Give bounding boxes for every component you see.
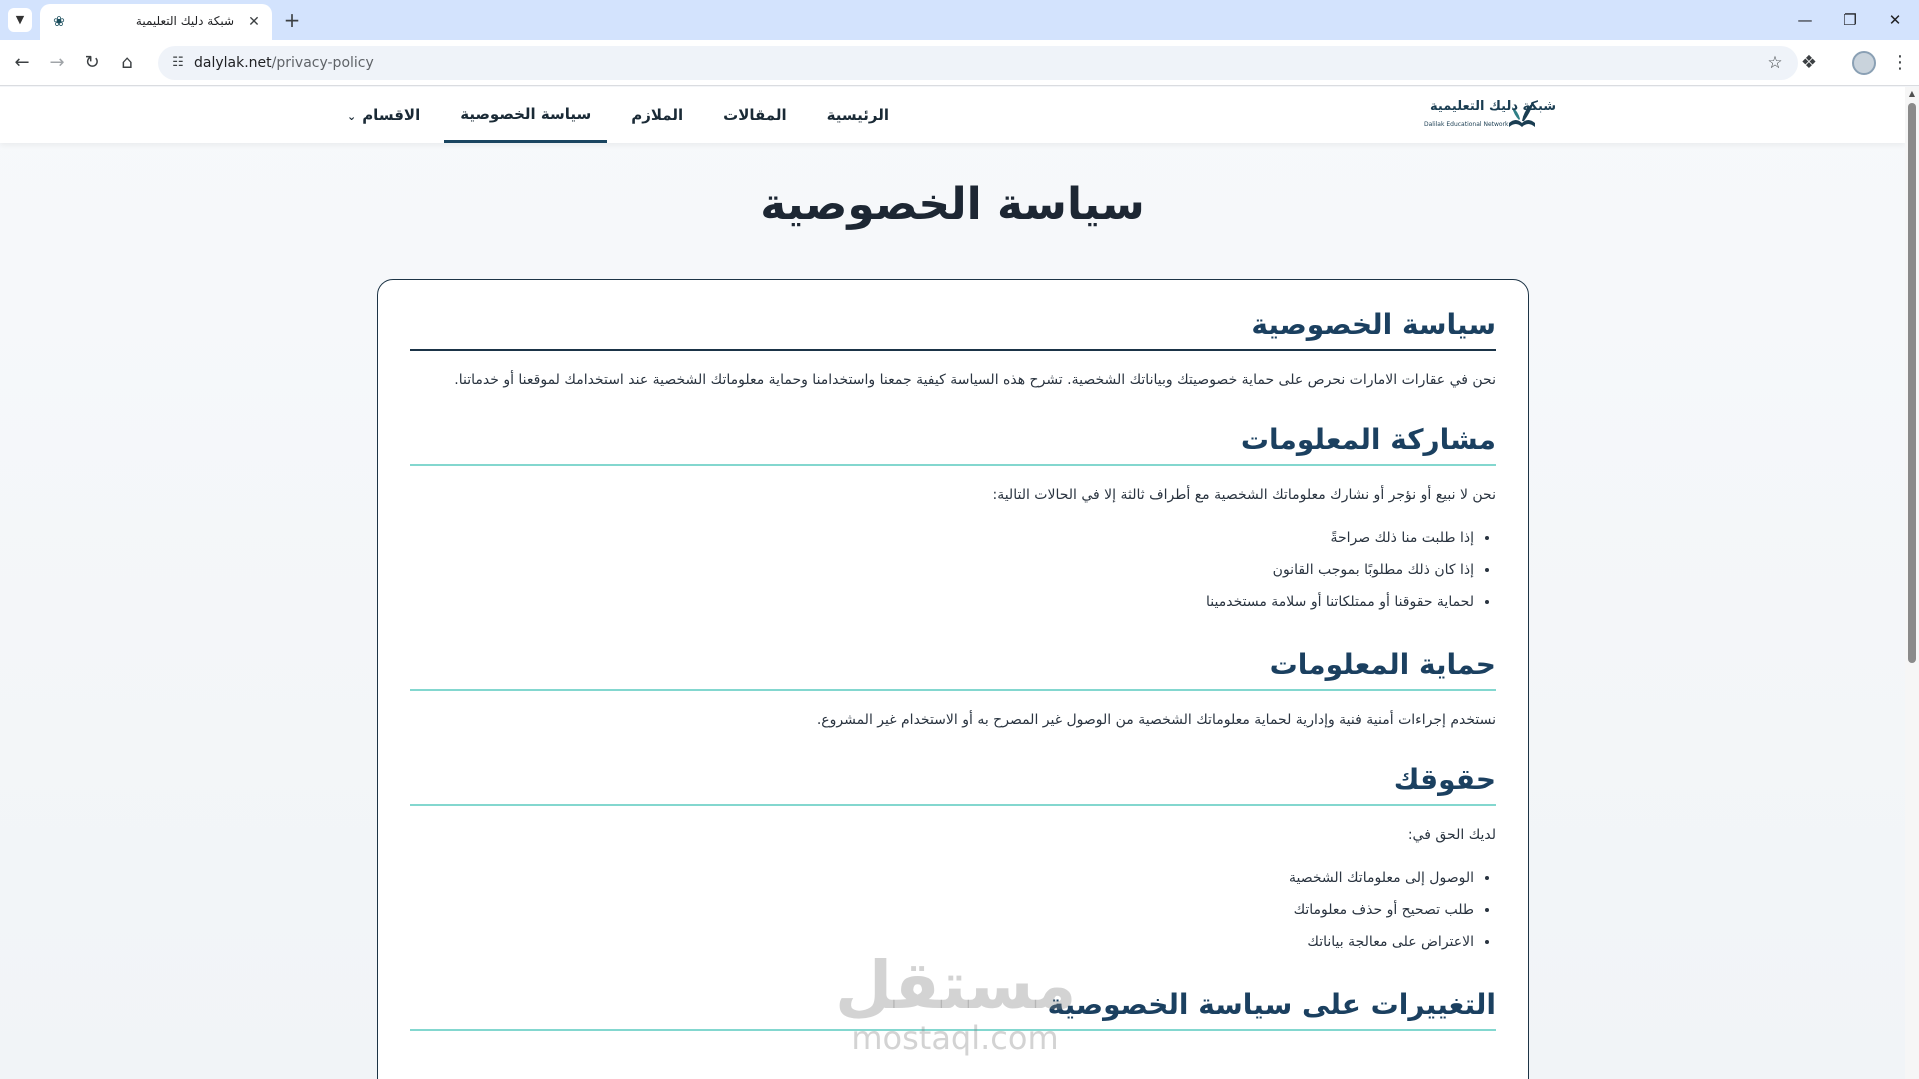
logo-text: شبكة دليك التعليمية: [1430, 99, 1557, 114]
url-text[interactable]: dalylak.net/privacy-policy: [194, 55, 374, 71]
nav-item-privacy-policy[interactable]: سياسة الخصوصية: [444, 87, 608, 143]
forward-arrow-icon[interactable]: →: [43, 49, 71, 77]
section-paragraph-rights: لديك الحق في:: [1407, 827, 1496, 843]
main-menu: الرئيسية المقالات الملازم سياسة الخصوصية…: [323, 87, 905, 143]
address-bar[interactable]: ☷ dalylak.net/privacy-policy ☆: [158, 46, 1798, 80]
tab-close-icon[interactable]: ✕: [244, 12, 264, 32]
url-domain: dalylak.net: [194, 55, 272, 71]
scrollbar-thumb[interactable]: [1908, 103, 1916, 663]
reload-icon[interactable]: ↻: [78, 49, 106, 77]
nav-item-label: الاقسام: [362, 106, 421, 124]
bookmark-star-icon[interactable]: ☆: [1764, 52, 1786, 74]
page-title: سياسة الخصوصية: [760, 179, 1145, 230]
section-title-sharing: مشاركة المعلومات: [410, 423, 1496, 466]
watermark-domain: mostaql.com: [851, 1019, 1059, 1057]
nav-item-label: المقالات: [723, 106, 787, 124]
home-icon[interactable]: ⌂: [113, 49, 141, 77]
profile-avatar[interactable]: [1852, 51, 1876, 75]
list-item: إذا كان ذلك مطلوبًا بموجب القانون: [410, 554, 1474, 586]
rights-list: الوصول إلى معلوماتك الشخصية طلب تصحيح أو…: [410, 862, 1496, 958]
browser-tab-bar: ▼ ❀ شبكة دليك التعليمية ✕ + — ❐ ✕: [0, 0, 1919, 40]
watermark: مستقل mostaql.com: [835, 947, 1077, 1057]
back-arrow-icon[interactable]: ←: [8, 49, 36, 77]
tab-favicon-icon: ❀: [53, 14, 65, 30]
section-title-protection: حماية المعلومات: [410, 648, 1496, 691]
section-paragraph-sharing: نحن لا نبيع أو نؤجر أو نشارك معلوماتك ال…: [992, 487, 1496, 503]
section-title-privacy: سياسة الخصوصية: [410, 308, 1496, 351]
nav-item-label: الرئيسية: [826, 106, 889, 124]
scroll-up-arrow-icon[interactable]: ▲: [1907, 89, 1917, 99]
restore-icon[interactable]: ❐: [1828, 4, 1872, 36]
browser-toolbar: ← → ↻ ⌂ ☷ dalylak.net/privacy-policy ☆ ❖…: [0, 40, 1919, 86]
chevron-down-icon: ⌄: [346, 110, 357, 123]
browser-tab[interactable]: ❀ شبكة دليك التعليمية ✕: [40, 4, 272, 40]
list-item: طلب تصحيح أو حذف معلوماتك: [410, 894, 1474, 926]
nav-item-articles[interactable]: المقالات: [707, 87, 803, 143]
browser-menu-kebab-icon[interactable]: ⋮: [1886, 49, 1914, 77]
nav-item-categories-dropdown[interactable]: الاقسام ⌄: [331, 87, 436, 143]
site-logo[interactable]: شبكة دليك التعليمية Dalilak Educational …: [1424, 97, 1556, 133]
page-scrollbar[interactable]: ▲: [1905, 87, 1919, 1079]
site-navbar: شبكة دليك التعليمية Dalilak Educational …: [0, 87, 1905, 143]
sharing-list: إذا طلبت منا ذلك صراحةً إذا كان ذلك مطلو…: [410, 522, 1496, 618]
extensions-puzzle-icon[interactable]: ❖: [1795, 49, 1823, 77]
list-item: إذا طلبت منا ذلك صراحةً: [410, 522, 1474, 554]
list-item: الوصول إلى معلوماتك الشخصية: [410, 862, 1474, 894]
tab-search-chevron-down-icon[interactable]: ▼: [8, 8, 32, 32]
minimize-icon[interactable]: —: [1783, 4, 1827, 36]
nav-item-label: سياسة الخصوصية: [460, 105, 592, 123]
url-path: /privacy-policy: [271, 55, 374, 71]
list-item: لحماية حقوقنا أو ممتلكاتنا أو سلامة مستخ…: [410, 586, 1474, 618]
new-tab-plus-icon[interactable]: +: [280, 8, 304, 32]
nav-item-booklets[interactable]: الملازم: [615, 87, 699, 143]
site-info-tune-icon[interactable]: ☷: [168, 53, 188, 73]
section-title-rights: حقوقك: [410, 763, 1496, 806]
section-paragraph-protection: نستخدم إجراءات أمنية فنية وإدارية لحماية…: [816, 712, 1496, 728]
nav-item-label: الملازم: [631, 106, 684, 124]
window-close-icon[interactable]: ✕: [1873, 4, 1917, 36]
section-paragraph-privacy: نحن في عقارات الامارات نحرص على حماية خص…: [454, 372, 1496, 388]
logo-subtext: Dalilak Educational Network: [1424, 121, 1509, 128]
watermark-arabic: مستقل: [835, 947, 1077, 1024]
tab-title: شبكة دليك التعليمية: [135, 14, 234, 28]
nav-item-home[interactable]: الرئيسية: [811, 87, 905, 143]
web-page: شبكة دليك التعليمية Dalilak Educational …: [0, 87, 1919, 1079]
policy-content: سياسة الخصوصية نحن في عقارات الامارات نح…: [410, 280, 1496, 1031]
